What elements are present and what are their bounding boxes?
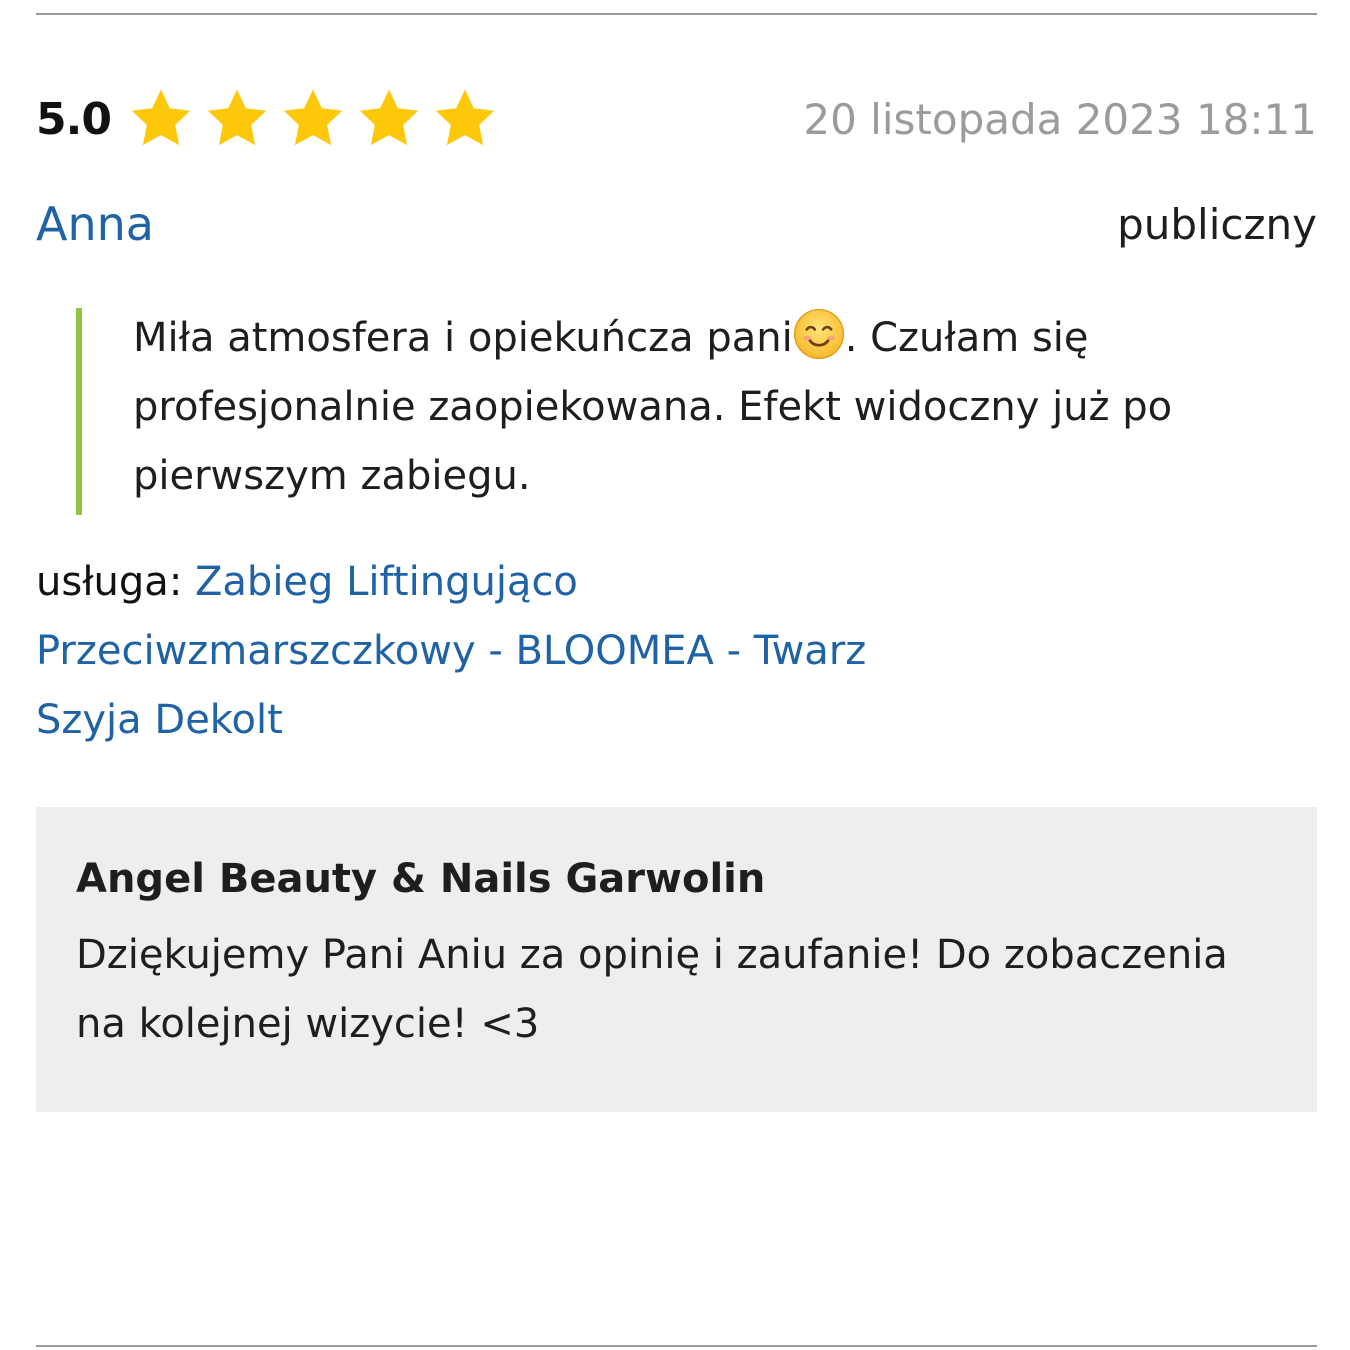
star-icon xyxy=(353,85,425,153)
reply-business-name: Angel Beauty & Nails Garwolin xyxy=(76,856,766,902)
review-text-part-1: Miła atmosfera i opiekuńcza pani xyxy=(133,315,793,361)
star-icon xyxy=(429,85,501,153)
star-icon xyxy=(277,85,349,153)
rating-row: 5.0 20 listopada 2023 18:11 xyxy=(36,82,1317,156)
service-info: usługa: Zabieg Liftingująco Przeciwzmars… xyxy=(36,548,896,755)
review-text-block: Miła atmosfera i opiekuńcza pani. Czułam… xyxy=(76,308,1333,515)
reply-text: Dziękujemy Pani Aniu za opinię i zaufani… xyxy=(76,932,1228,1047)
review-text: Miła atmosfera i opiekuńcza pani. Czułam… xyxy=(133,304,1333,511)
star-icon xyxy=(201,85,273,153)
rating-score: 5.0 xyxy=(36,93,112,145)
service-label: usługa: xyxy=(36,559,183,605)
business-reply: Angel Beauty & Nails Garwolin Dziękujemy… xyxy=(36,807,1317,1112)
review-date: 20 listopada 2023 18:11 xyxy=(803,94,1317,144)
author-row: Anna publiczny xyxy=(36,192,1317,256)
bottom-divider xyxy=(36,1345,1317,1347)
star-rating xyxy=(125,85,505,153)
smiling-face-icon xyxy=(793,308,845,360)
top-divider xyxy=(36,13,1317,15)
visibility-label: publiczny xyxy=(1117,199,1317,249)
author-link[interactable]: Anna xyxy=(36,197,154,251)
star-icon xyxy=(125,85,197,153)
